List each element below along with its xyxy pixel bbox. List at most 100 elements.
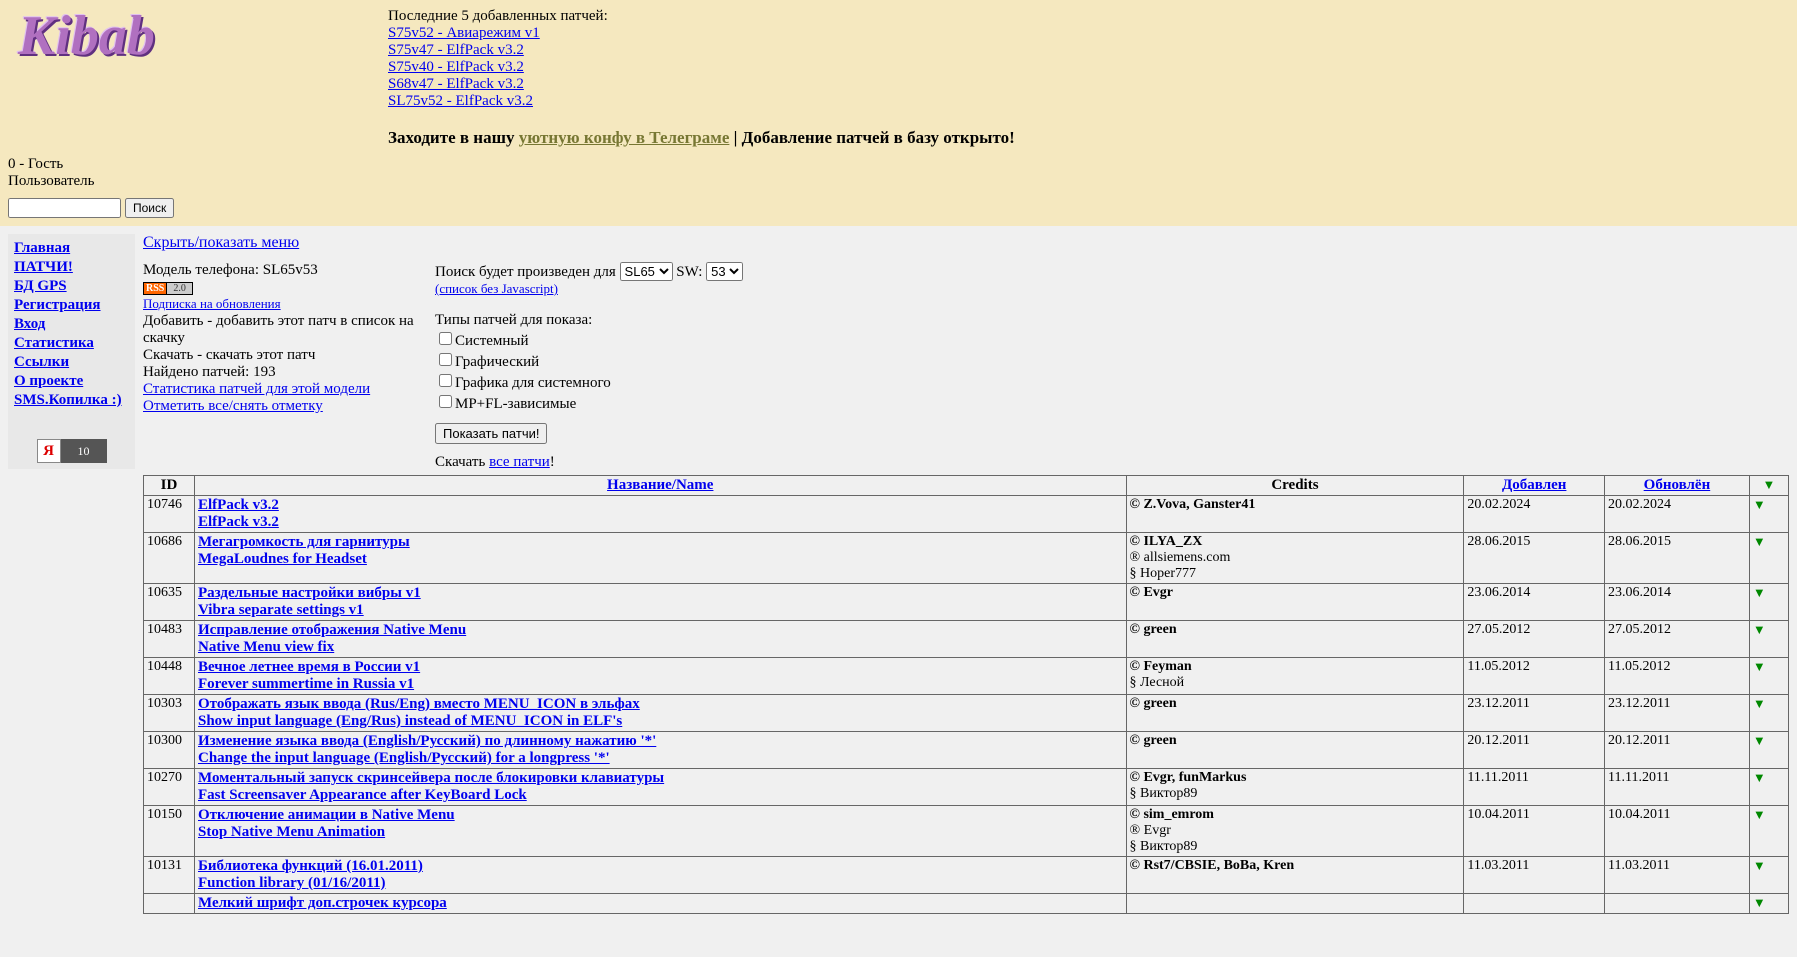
table-row: 10150Отключение анимации в Native MenuSt… [144, 806, 1789, 857]
patch-link-ru[interactable]: Изменение языка ввода (English/Русский) … [198, 733, 656, 749]
sidebar-item[interactable]: Статистика [14, 335, 129, 352]
cell-name: Вечное летнее время в России v1Forever s… [195, 658, 1127, 695]
cell-updated: 11.03.2011 [1605, 857, 1750, 894]
cell-added: 20.12.2011 [1464, 732, 1605, 769]
recent-patch-link[interactable]: S75v40 - ElfPack v3.2 [388, 59, 1789, 76]
header-search-button[interactable] [125, 198, 174, 218]
download-all-pre: Скачать [435, 454, 489, 470]
sw-select[interactable]: 53 [706, 262, 743, 281]
patch-type-checkbox[interactable] [439, 395, 452, 408]
cell-added: 11.11.2011 [1464, 769, 1605, 806]
recent-patch-link[interactable]: SL75v52 - ElfPack v3.2 [388, 93, 1789, 110]
cell-credits: © green [1126, 621, 1464, 658]
cell-id: 10300 [144, 732, 195, 769]
patch-link-ru[interactable]: Отображать язык ввода (Rus/Eng) вместо M… [198, 696, 640, 712]
patch-link-en[interactable]: Native Menu view fix [198, 639, 334, 655]
sidebar-item[interactable]: ПАТЧИ! [14, 259, 129, 276]
sidebar-item[interactable]: Регистрация [14, 297, 129, 314]
cell-name: Библиотека функций (16.01.2011)Function … [195, 857, 1127, 894]
sidebar-item[interactable]: О проекте [14, 373, 129, 390]
cell-flag[interactable]: ▼ [1749, 732, 1788, 769]
model-stats-link[interactable]: Статистика патчей для этой модели [143, 381, 370, 397]
patch-link-ru[interactable]: Мегагромкость для гарнитуры [198, 534, 410, 550]
cell-updated: 20.02.2024 [1605, 496, 1750, 533]
patch-link-en[interactable]: Change the input language (English/Русск… [198, 750, 610, 766]
cell-flag[interactable]: ▼ [1749, 533, 1788, 584]
recent-patch-link[interactable]: S68v47 - ElfPack v3.2 [388, 76, 1789, 93]
cell-added: 27.05.2012 [1464, 621, 1605, 658]
recent-patches-label: Последние 5 добавленных патчей: [388, 8, 1789, 25]
cell-updated: 20.12.2011 [1605, 732, 1750, 769]
table-row: 10300Изменение языка ввода (English/Русс… [144, 732, 1789, 769]
nojs-list-link[interactable]: (список без Javascript) [435, 281, 558, 296]
sidebar-item[interactable]: БД GPS [14, 278, 129, 295]
cell-updated: 11.05.2012 [1605, 658, 1750, 695]
patch-type-checkbox[interactable] [439, 353, 452, 366]
toggle-menu-link[interactable]: Скрыть/показать меню [143, 234, 299, 251]
col-added[interactable]: Добавлен [1464, 476, 1605, 496]
cell-id: 10483 [144, 621, 195, 658]
patch-link-ru[interactable]: Моментальный запуск скринсейвера после б… [198, 770, 664, 786]
cell-flag[interactable]: ▼ [1749, 584, 1788, 621]
search-for-label: Поиск будет произведен для [435, 264, 620, 280]
mark-all-link[interactable]: Отметить все/снять отметку [143, 398, 323, 414]
rss-icon[interactable]: RSS [143, 282, 167, 295]
recent-patch-link[interactable]: S75v47 - ElfPack v3.2 [388, 42, 1789, 59]
cell-id: 10150 [144, 806, 195, 857]
cell-id: 10746 [144, 496, 195, 533]
cell-name: ElfPack v3.2ElfPack v3.2 [195, 496, 1127, 533]
cell-flag[interactable]: ▼ [1749, 769, 1788, 806]
cell-flag[interactable]: ▼ [1749, 894, 1788, 914]
site-logo[interactable]: Kibab [8, 8, 388, 64]
cell-updated: 11.11.2011 [1605, 769, 1750, 806]
cell-name: Отображать язык ввода (Rus/Eng) вместо M… [195, 695, 1127, 732]
yandex-badge[interactable]: Я 10 [37, 439, 107, 463]
sidebar-item[interactable]: Главная [14, 240, 129, 257]
patch-link-ru[interactable]: Исправление отображения Native Menu [198, 622, 466, 638]
patch-link-en[interactable]: Function library (01/16/2011) [198, 875, 386, 891]
cell-flag[interactable]: ▼ [1749, 496, 1788, 533]
col-name[interactable]: Название/Name [195, 476, 1127, 496]
patch-link-ru[interactable]: Отключение анимации в Native Menu [198, 807, 455, 823]
patch-type-checkbox[interactable] [439, 374, 452, 387]
patch-link-ru[interactable]: Раздельные настройки вибры v1 [198, 585, 421, 601]
patches-table: ID Название/Name Credits Добавлен Обновл… [143, 475, 1789, 914]
patch-link-en[interactable]: Vibra separate settings v1 [198, 602, 364, 618]
cell-updated: 23.06.2014 [1605, 584, 1750, 621]
sidebar-item[interactable]: Ссылки [14, 354, 129, 371]
col-updated[interactable]: Обновлён [1605, 476, 1750, 496]
cell-flag[interactable]: ▼ [1749, 658, 1788, 695]
patch-link-ru[interactable]: ElfPack v3.2 [198, 497, 279, 513]
cell-flag[interactable]: ▼ [1749, 857, 1788, 894]
patch-link-en[interactable]: ElfPack v3.2 [198, 514, 279, 530]
patch-type-checkbox[interactable] [439, 332, 452, 345]
sidebar-item[interactable]: Вход [14, 316, 129, 333]
patch-link-en[interactable]: MegaLoudnes for Headset [198, 551, 367, 567]
patch-link-ru[interactable]: Вечное летнее время в России v1 [198, 659, 420, 675]
sidebar-item[interactable]: SMS.Копилка :) [14, 392, 129, 409]
patch-link-en[interactable]: Show input language (Eng/Rus) instead of… [198, 713, 622, 729]
recent-patch-link[interactable]: S75v52 - Авиарежим v1 [388, 25, 1789, 42]
cell-flag[interactable]: ▼ [1749, 621, 1788, 658]
cell-credits: © Evgr, funMarkus§ Виктор89 [1126, 769, 1464, 806]
telegram-link[interactable]: уютную конфу в Телеграме [519, 128, 730, 147]
cell-added: 20.02.2024 [1464, 496, 1605, 533]
download-all-link[interactable]: все патчи [489, 454, 550, 470]
patch-link-en[interactable]: Fast Screensaver Appearance after KeyBoa… [198, 787, 527, 803]
subscribe-updates-link[interactable]: Подписка на обновления [143, 296, 281, 311]
cell-updated: 28.06.2015 [1605, 533, 1750, 584]
patch-type-label: Графический [455, 354, 539, 370]
patch-link-ru[interactable]: Библиотека функций (16.01.2011) [198, 858, 423, 874]
cell-flag[interactable]: ▼ [1749, 806, 1788, 857]
patch-link-en[interactable]: Forever summertime in Russia v1 [198, 676, 414, 692]
cell-flag[interactable]: ▼ [1749, 695, 1788, 732]
show-patches-button[interactable] [435, 423, 547, 444]
patch-link-en[interactable]: Stop Native Menu Animation [198, 824, 385, 840]
cell-credits [1126, 894, 1464, 914]
model-select[interactable]: SL65 [620, 262, 673, 281]
cell-name: Раздельные настройки вибры v1Vibra separ… [195, 584, 1127, 621]
patch-link-ru[interactable]: Мелкий шрифт доп.строчек курсора [198, 895, 447, 911]
page-header: Kibab Последние 5 добавленных патчей: S7… [0, 0, 1797, 156]
table-row: 10635Раздельные настройки вибры v1Vibra … [144, 584, 1789, 621]
header-search-input[interactable] [8, 198, 121, 218]
